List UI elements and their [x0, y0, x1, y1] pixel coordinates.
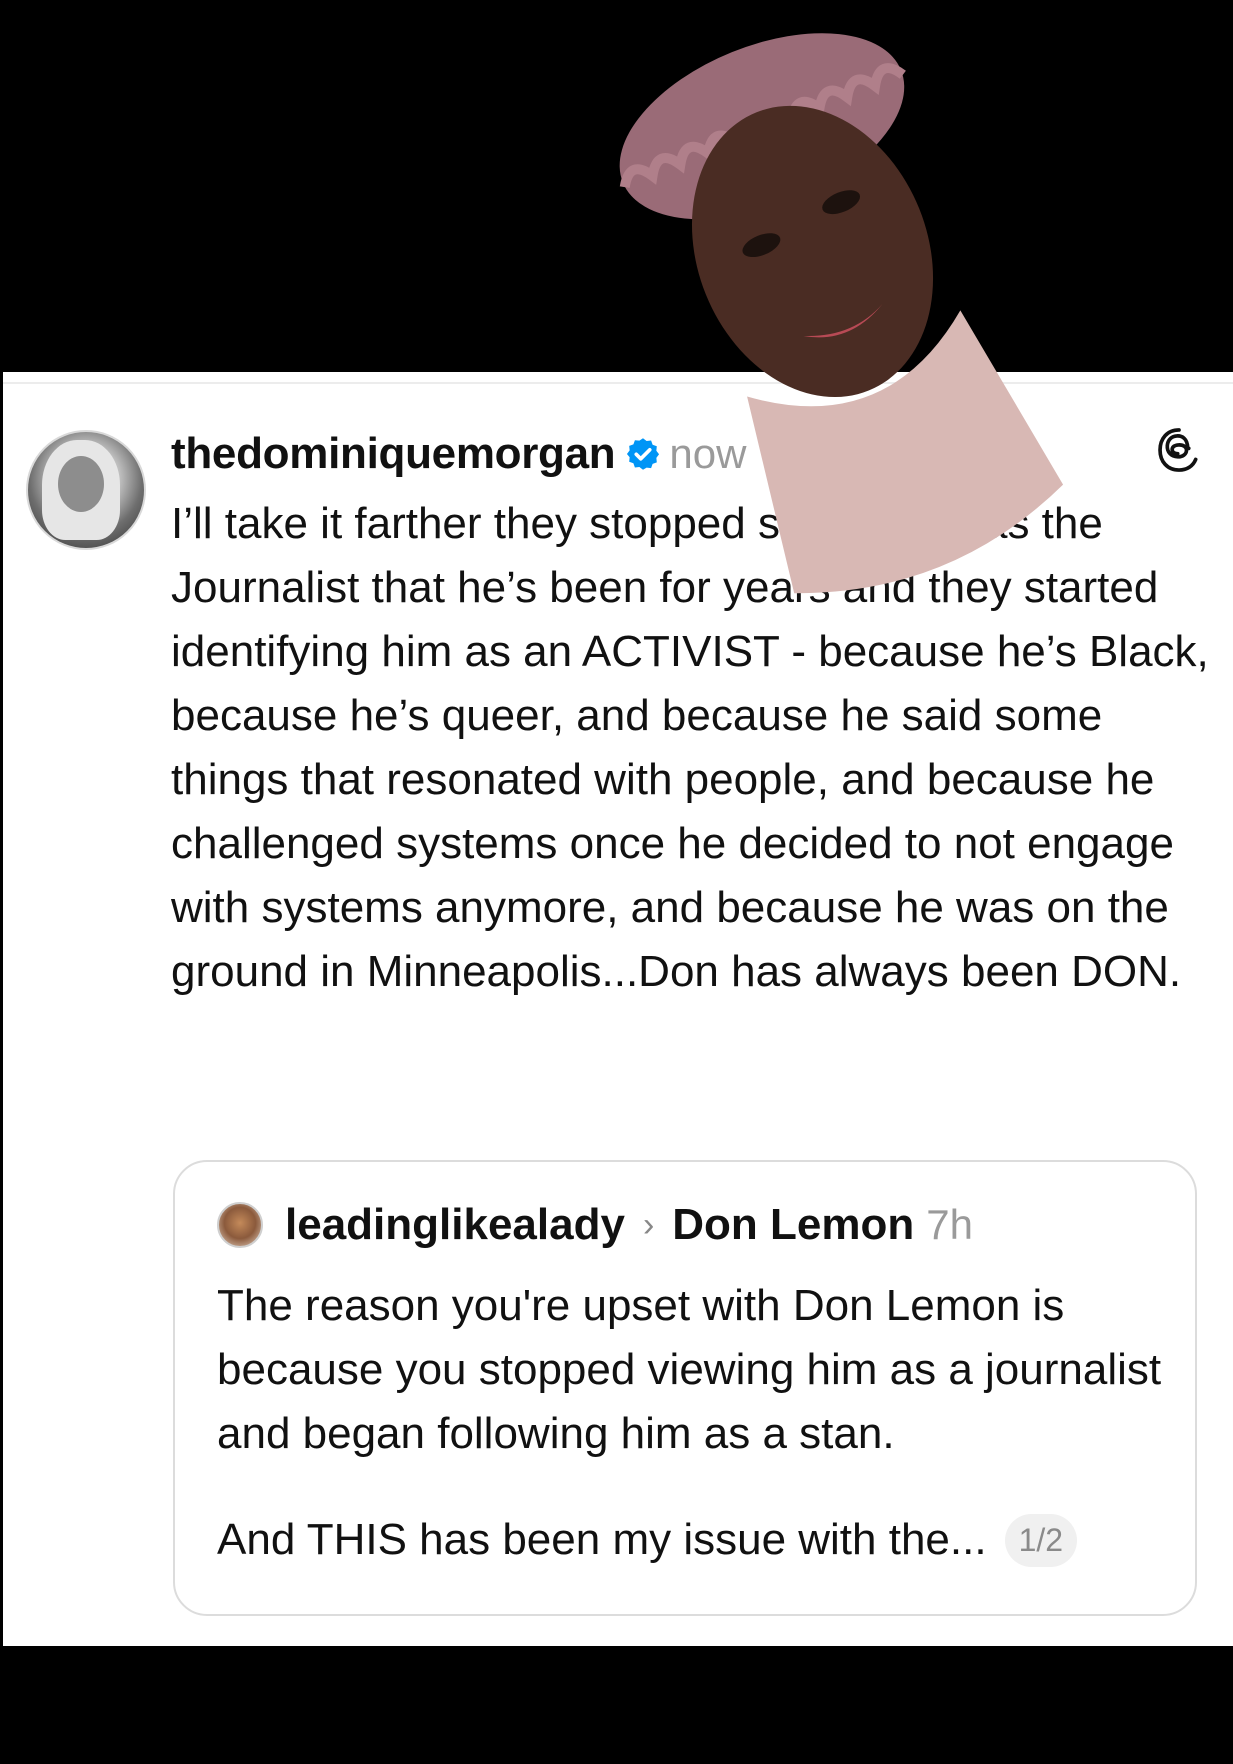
divider: [3, 382, 1233, 384]
post-timestamp: now: [669, 430, 747, 477]
bottom-black-bar: [0, 1646, 1233, 1764]
username[interactable]: thedominiquemorgan: [171, 429, 616, 479]
top-black-bar: [0, 0, 1233, 372]
chevron-right-icon: ›: [642, 1205, 655, 1244]
quoted-reply-target[interactable]: Don Lemon: [672, 1200, 914, 1250]
post-card: thedominiquemorgan now I’ll take it fart…: [3, 372, 1233, 1646]
quoted-avatar[interactable]: [217, 1202, 263, 1248]
avatar-face: [58, 456, 104, 512]
quoted-post-header: leadinglikealady › Don Lemon 7h: [217, 1198, 973, 1252]
avatar[interactable]: [26, 430, 146, 550]
quoted-username[interactable]: leadinglikealady: [285, 1200, 625, 1250]
page-indicator-badge[interactable]: 1/2: [1004, 1513, 1078, 1567]
quoted-post-card[interactable]: leadinglikealady › Don Lemon 7h The reas…: [173, 1160, 1197, 1616]
post-body-text: I’ll take it farther they stopped seeing…: [171, 499, 1222, 996]
quoted-more-text: And THIS has been my issue with the...: [217, 1515, 987, 1564]
post-header: thedominiquemorgan now: [171, 424, 746, 484]
threads-logo-icon[interactable]: [1153, 424, 1205, 476]
verified-badge-icon: [627, 438, 660, 470]
quoted-timestamp: 7h: [926, 1201, 973, 1248]
quoted-post-text: The reason you're upset with Don Lemon i…: [217, 1281, 1162, 1458]
quoted-post-continuation: And THIS has been my issue with the... 1…: [217, 1508, 1078, 1572]
